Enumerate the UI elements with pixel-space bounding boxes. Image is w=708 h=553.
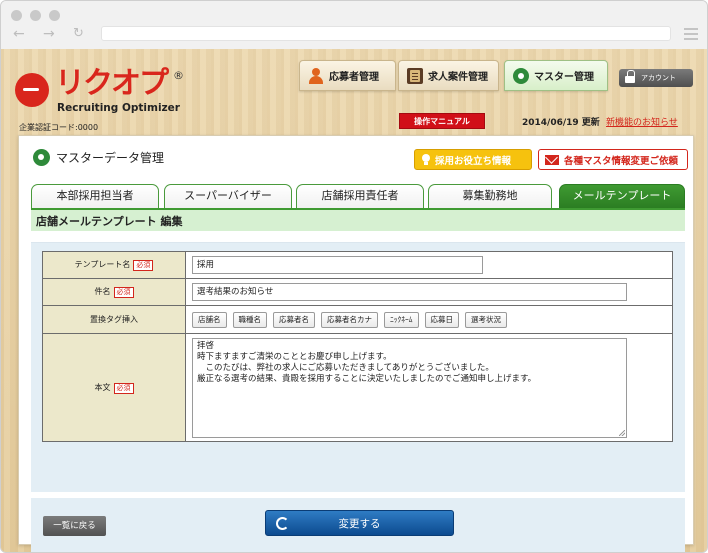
form-value: 採用 [185, 251, 673, 279]
window-dot-icon[interactable] [30, 10, 41, 21]
template-form: テンプレート名 必須 採用 件名 必須 選考結果のお知らせ 置換タグ挿入 店舗名… [31, 242, 685, 492]
nav-label: 応募者管理 [329, 72, 379, 83]
tag-button-applicant-kana[interactable]: 応募者名カナ [321, 311, 378, 328]
person-icon [308, 67, 324, 84]
back-arrow-icon[interactable]: ← [13, 27, 25, 41]
required-badge: 必須 [113, 287, 134, 298]
master-tabs: 本部採用担当者 スーパーバイザー 店舗採用責任者 募集勤務地 メールテンプレート [31, 184, 685, 208]
form-label: 件名 必須 [42, 278, 186, 306]
form-row-body: 本文 必須 拝啓 時下ますますご清栄のこととお慶び申し上げます。 このたびは、弊社… [42, 333, 673, 442]
tag-button-store-name[interactable]: 店舗名 [192, 311, 227, 328]
form-label: テンプレート名 必須 [42, 251, 186, 279]
gear-icon [33, 149, 50, 166]
browser-window: ← → ↻ リクオプ ® Recruiting Optimizer 企業認証コー… [0, 0, 708, 553]
change-request-label: 各種マスタ情報変更ご依頼 [564, 155, 679, 167]
window-dot-icon[interactable] [49, 10, 60, 21]
form-label: 本文 必須 [42, 333, 186, 442]
tab-mail-template[interactable]: メールテンプレート [559, 184, 685, 208]
nav-master[interactable]: マスター管理 [504, 60, 608, 91]
master-data-panel: マスターデータ管理 採用お役立ち情報 各種マスタ情報変更ご依頼 本部採用担当者 … [18, 135, 694, 552]
logo-registered-mark: ® [173, 69, 184, 82]
template-name-label: テンプレート名 [74, 260, 131, 269]
form-row-subject: 件名 必須 選考結果のお知らせ [42, 278, 673, 306]
form-actions: 一覧に戻る 変更する [31, 498, 685, 552]
template-name-input[interactable]: 採用 [192, 256, 483, 274]
body-textarea[interactable]: 拝啓 時下ますますご清栄のこととお慶び申し上げます。 このたびは、弊社の求人にご… [192, 337, 627, 438]
company-code: 企業認証コード:0000 [19, 123, 99, 132]
subject-label: 件名 [94, 287, 111, 296]
form-value: 拝啓 時下ますますご清栄のこととお慶び申し上げます。 このたびは、弊社の求人にご… [185, 333, 673, 442]
notebook-icon [407, 67, 423, 84]
tab-work-location[interactable]: 募集勤務地 [428, 184, 552, 208]
manual-button[interactable]: 操作マニュアル [399, 113, 485, 129]
required-badge: 必須 [113, 382, 134, 394]
gear-icon [513, 67, 529, 84]
help-info-button[interactable]: 採用お役立ち情報 [414, 149, 532, 170]
form-table: テンプレート名 必須 採用 件名 必須 選考結果のお知らせ 置換タグ挿入 店舗名… [42, 251, 673, 442]
nav-applicants[interactable]: 応募者管理 [299, 60, 396, 91]
menu-icon[interactable] [684, 28, 698, 43]
nav-label: マスター管理 [534, 72, 594, 83]
form-row-tags: 置換タグ挿入 店舗名 職種名 応募者名 応募者名カナ ﾆｯｸﾈｰﾑ 応募日 選考状況 [42, 305, 673, 334]
logo-text: リクオプ [55, 66, 169, 101]
back-to-list-button[interactable]: 一覧に戻る [43, 516, 106, 536]
section-title: 店舗メールテンプレート 編集 [36, 215, 183, 228]
subject-input[interactable]: 選考結果のお知らせ [192, 283, 627, 301]
submit-change-button[interactable]: 変更する [265, 510, 454, 536]
section-header: 店舗メールテンプレート 編集 [31, 208, 685, 231]
tag-button-applicant-name[interactable]: 応募者名 [273, 311, 315, 328]
forward-arrow-icon[interactable]: → [43, 27, 55, 41]
nav-label: 求人案件管理 [428, 72, 488, 83]
nav-job-postings[interactable]: 求人案件管理 [398, 60, 499, 91]
tag-button-status[interactable]: 選考状況 [465, 311, 507, 328]
logo[interactable]: リクオプ ® Recruiting Optimizer [15, 66, 185, 115]
browser-toolbar: ← → ↻ [1, 1, 707, 49]
mail-icon [545, 154, 559, 165]
lock-icon [625, 69, 635, 83]
tab-hq-recruiter[interactable]: 本部採用担当者 [31, 184, 159, 208]
form-label: 置換タグ挿入 [42, 305, 186, 334]
form-row-template-name: テンプレート名 必須 採用 [42, 251, 673, 279]
logo-mark-icon [15, 73, 49, 107]
site-page: リクオプ ® Recruiting Optimizer 企業認証コード:0000… [1, 49, 707, 552]
change-request-button[interactable]: 各種マスタ情報変更ご依頼 [538, 149, 688, 170]
required-badge: 必須 [133, 260, 154, 271]
form-value: 選考結果のお知らせ [185, 278, 673, 306]
page-title: マスターデータ管理 [33, 149, 164, 166]
tab-store-manager[interactable]: 店舗採用責任者 [296, 184, 424, 208]
account-label: アカウント [641, 74, 676, 82]
new-features-link[interactable]: 新機能のお知らせ [606, 115, 678, 128]
submit-label: 変更する [338, 518, 381, 530]
window-dot-icon[interactable] [11, 10, 22, 21]
tag-button-job-type[interactable]: 職種名 [232, 311, 267, 328]
page-title-text: マスターデータ管理 [56, 151, 165, 165]
tag-button-apply-date[interactable]: 応募日 [424, 311, 459, 328]
tag-button-nickname[interactable]: ﾆｯｸﾈｰﾑ [384, 311, 419, 328]
refresh-icon [276, 517, 289, 530]
lightbulb-icon [421, 153, 431, 166]
address-bar[interactable] [101, 26, 671, 41]
logo-subtitle: Recruiting Optimizer [57, 102, 180, 114]
account-button[interactable]: アカウント [619, 69, 693, 87]
reload-icon[interactable]: ↻ [73, 27, 84, 40]
form-value: 店舗名 職種名 応募者名 応募者名カナ ﾆｯｸﾈｰﾑ 応募日 選考状況 [185, 305, 673, 334]
help-info-label: 採用お役立ち情報 [435, 155, 512, 167]
body-label: 本文 [94, 382, 111, 392]
tab-supervisor[interactable]: スーパーバイザー [164, 184, 292, 208]
update-date: 2014/06/19 更新 [522, 118, 600, 128]
tag-insert-label: 置換タグ挿入 [90, 315, 138, 324]
